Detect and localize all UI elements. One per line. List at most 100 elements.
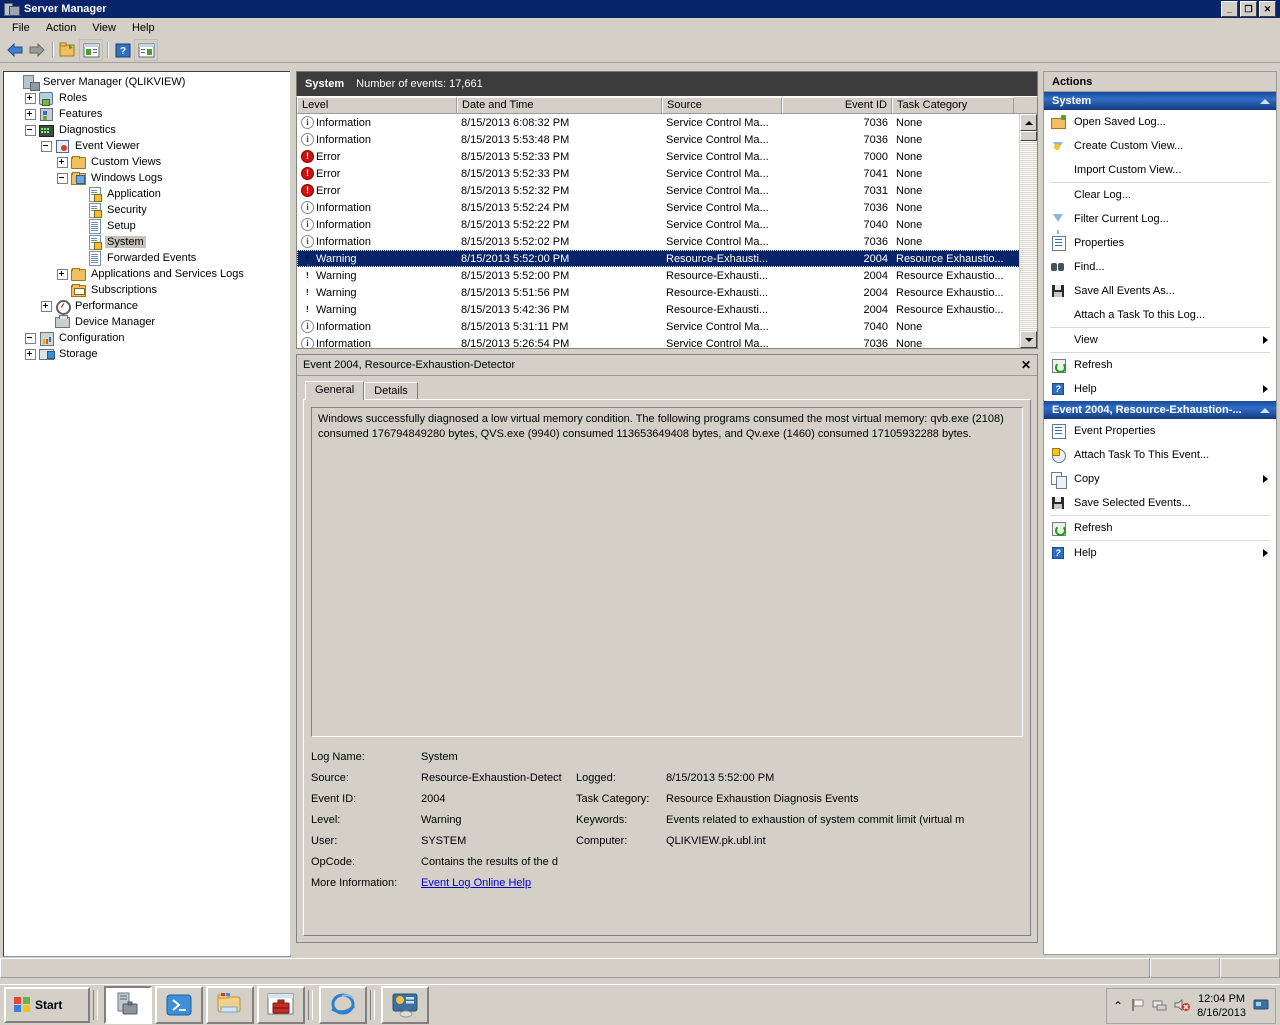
show-desktop-icon[interactable] xyxy=(1253,998,1269,1015)
table-row[interactable]: ! Error 8/15/2013 5:52:33 PM Service Contro… xyxy=(297,148,1020,165)
table-row[interactable]: Warning 8/15/2013 5:42:36 PM Resource-Exha… xyxy=(297,301,1020,318)
event-list[interactable]: Level Date and Time Source Event ID Task Cat… xyxy=(296,96,1038,349)
action-item-create-custom-view[interactable]: Create Custom View... xyxy=(1044,134,1276,158)
action-item-refresh[interactable]: Refresh xyxy=(1044,353,1276,377)
tree-item-application[interactable]: Application xyxy=(6,186,290,202)
tree-item-subscriptions[interactable]: Subscriptions xyxy=(6,282,290,298)
tree-item-server-manager-qlikview[interactable]: Server Manager (QLIKVIEW) xyxy=(6,74,290,91)
column-header-task-category[interactable]: Task Category xyxy=(892,97,1014,113)
collapse-icon[interactable] xyxy=(54,170,70,186)
tree-item-configuration[interactable]: Configuration xyxy=(6,330,290,346)
event-list-scrollbar[interactable] xyxy=(1019,114,1037,348)
taskbar-item-powershell[interactable] xyxy=(155,986,203,1024)
tree-item-security[interactable]: Security xyxy=(6,202,290,218)
action-item-view[interactable]: View xyxy=(1044,328,1276,352)
volume-muted-icon[interactable] xyxy=(1174,998,1191,1015)
tab-general[interactable]: General xyxy=(305,381,365,400)
menu-file[interactable]: File xyxy=(4,20,38,36)
scroll-up-button[interactable] xyxy=(1020,114,1037,131)
clock[interactable]: 12:04 PM 8/16/2013 xyxy=(1197,992,1246,1020)
show-hide-console-tree-icon[interactable] xyxy=(57,40,79,60)
action-item-event-properties[interactable]: Event Properties xyxy=(1044,419,1276,443)
close-details-icon[interactable]: ✕ xyxy=(1019,358,1033,372)
action-item-help[interactable]: ? Help xyxy=(1044,541,1276,565)
table-row[interactable]: Warning 8/15/2013 5:52:00 PM Resource-Exha… xyxy=(297,267,1020,284)
expand-icon[interactable] xyxy=(22,346,38,362)
action-item-attach-a-task-to-this-log[interactable]: Attach a Task To this Log... xyxy=(1044,303,1276,327)
expand-icon[interactable] xyxy=(54,154,70,170)
tree-splitter[interactable] xyxy=(290,71,295,955)
column-header-level[interactable]: Level xyxy=(297,97,457,113)
action-item-find[interactable]: Find... xyxy=(1044,255,1276,279)
expand-icon[interactable] xyxy=(38,298,54,314)
taskbar-item-file-explorer[interactable] xyxy=(206,986,254,1024)
menu-help[interactable]: Help xyxy=(124,20,163,36)
table-row[interactable]: ! Error 8/15/2013 5:52:33 PM Service Contro… xyxy=(297,165,1020,182)
tree-item-features[interactable]: Features xyxy=(6,106,290,122)
action-item-refresh[interactable]: Refresh xyxy=(1044,516,1276,540)
table-row[interactable]: i Information 8/15/2013 6:08:32 PM Service … xyxy=(297,114,1020,131)
tree-item-setup[interactable]: Setup xyxy=(6,218,290,234)
table-row[interactable]: i Information 8/15/2013 5:52:22 PM Service … xyxy=(297,216,1020,233)
help-icon[interactable]: ? xyxy=(112,40,134,60)
table-row[interactable]: i Information 8/15/2013 5:52:24 PM Service … xyxy=(297,199,1020,216)
expand-icon[interactable] xyxy=(22,106,38,122)
menu-view[interactable]: View xyxy=(84,20,124,36)
properties-window-icon[interactable] xyxy=(79,39,103,61)
table-row[interactable]: Warning 8/15/2013 5:52:00 PM Resource-Exha… xyxy=(297,250,1020,267)
action-item-help[interactable]: ? Help xyxy=(1044,377,1276,401)
tree-item-storage[interactable]: Storage xyxy=(6,346,290,362)
tree-item-roles[interactable]: Roles xyxy=(6,90,290,106)
column-header-event-id[interactable]: Event ID xyxy=(782,97,892,113)
collapse-icon[interactable] xyxy=(22,122,38,138)
scroll-down-button[interactable] xyxy=(1020,331,1037,348)
table-row[interactable]: Warning 8/15/2013 5:51:56 PM Resource-Exha… xyxy=(297,284,1020,301)
expand-icon[interactable] xyxy=(54,266,70,282)
tree-item-system[interactable]: System xyxy=(6,234,290,250)
action-item-clear-log[interactable]: Clear Log... xyxy=(1044,183,1276,207)
event-log-online-help-link[interactable]: Event Log Online Help xyxy=(421,877,531,889)
tree-item-windows-logs[interactable]: Windows Logs xyxy=(6,170,290,186)
taskbar-item-internet-explorer[interactable] xyxy=(319,986,367,1024)
tree-item-event-viewer[interactable]: Event Viewer xyxy=(6,138,290,154)
actions-group-header[interactable]: System xyxy=(1044,92,1276,110)
maximize-button[interactable]: ❐ xyxy=(1240,1,1257,17)
action-item-save-selected-events[interactable]: Save Selected Events... xyxy=(1044,491,1276,515)
menu-action[interactable]: Action xyxy=(38,20,85,36)
collapse-icon[interactable] xyxy=(38,138,54,154)
tree-item-forwarded-events[interactable]: Forwarded Events xyxy=(6,250,290,266)
flag-icon[interactable] xyxy=(1130,998,1145,1015)
action-item-import-custom-view[interactable]: Import Custom View... xyxy=(1044,158,1276,182)
taskbar-item-toolbox-window[interactable] xyxy=(257,986,305,1024)
minimize-button[interactable]: _ xyxy=(1221,1,1238,17)
scrollbar-thumb[interactable] xyxy=(1020,131,1037,141)
action-item-attach-task-to-this-event[interactable]: Attach Task To This Event... xyxy=(1044,443,1276,467)
forward-arrow-icon[interactable] xyxy=(26,40,48,60)
tab-details[interactable]: Details xyxy=(364,382,418,400)
console-tree-pane[interactable]: Server Manager (QLIKVIEW) Roles Features Di… xyxy=(3,71,291,957)
network-icon[interactable] xyxy=(1152,998,1167,1015)
expand-icon[interactable] xyxy=(22,90,38,106)
table-row[interactable]: i Information 8/15/2013 5:26:54 PM Service … xyxy=(297,335,1020,348)
column-header-date-and-time[interactable]: Date and Time xyxy=(457,97,662,113)
table-row[interactable]: i Information 8/15/2013 5:53:48 PM Service … xyxy=(297,131,1020,148)
show-hide-action-pane-icon[interactable] xyxy=(134,39,158,61)
tree-item-performance[interactable]: Performance xyxy=(6,298,290,315)
tree-item-custom-views[interactable]: Custom Views xyxy=(6,154,290,170)
actions-group-header[interactable]: Event 2004, Resource-Exhaustion-... xyxy=(1044,401,1276,419)
back-arrow-icon[interactable] xyxy=(4,40,26,60)
action-item-filter-current-log[interactable]: Filter Current Log... xyxy=(1044,207,1276,234)
taskbar-item-control-panel[interactable] xyxy=(381,986,429,1024)
action-item-open-saved-log[interactable]: Open Saved Log... xyxy=(1044,110,1276,134)
collapse-icon[interactable] xyxy=(22,330,38,346)
column-header-source[interactable]: Source xyxy=(662,97,782,113)
tree-item-diagnostics[interactable]: Diagnostics xyxy=(6,122,290,138)
table-row[interactable]: ! Error 8/15/2013 5:52:32 PM Service Contro… xyxy=(297,182,1020,199)
table-row[interactable]: i Information 8/15/2013 5:52:02 PM Service … xyxy=(297,233,1020,250)
start-button[interactable]: Start xyxy=(4,987,90,1023)
action-item-copy[interactable]: Copy xyxy=(1044,467,1276,491)
action-item-save-all-events-as[interactable]: Save All Events As... xyxy=(1044,279,1276,303)
table-row[interactable]: i Information 8/15/2013 5:31:11 PM Service … xyxy=(297,318,1020,335)
tree-item-device-manager[interactable]: Device Manager xyxy=(6,314,290,330)
tree-item-applications-and-services-logs[interactable]: Applications and Services Logs xyxy=(6,266,290,282)
